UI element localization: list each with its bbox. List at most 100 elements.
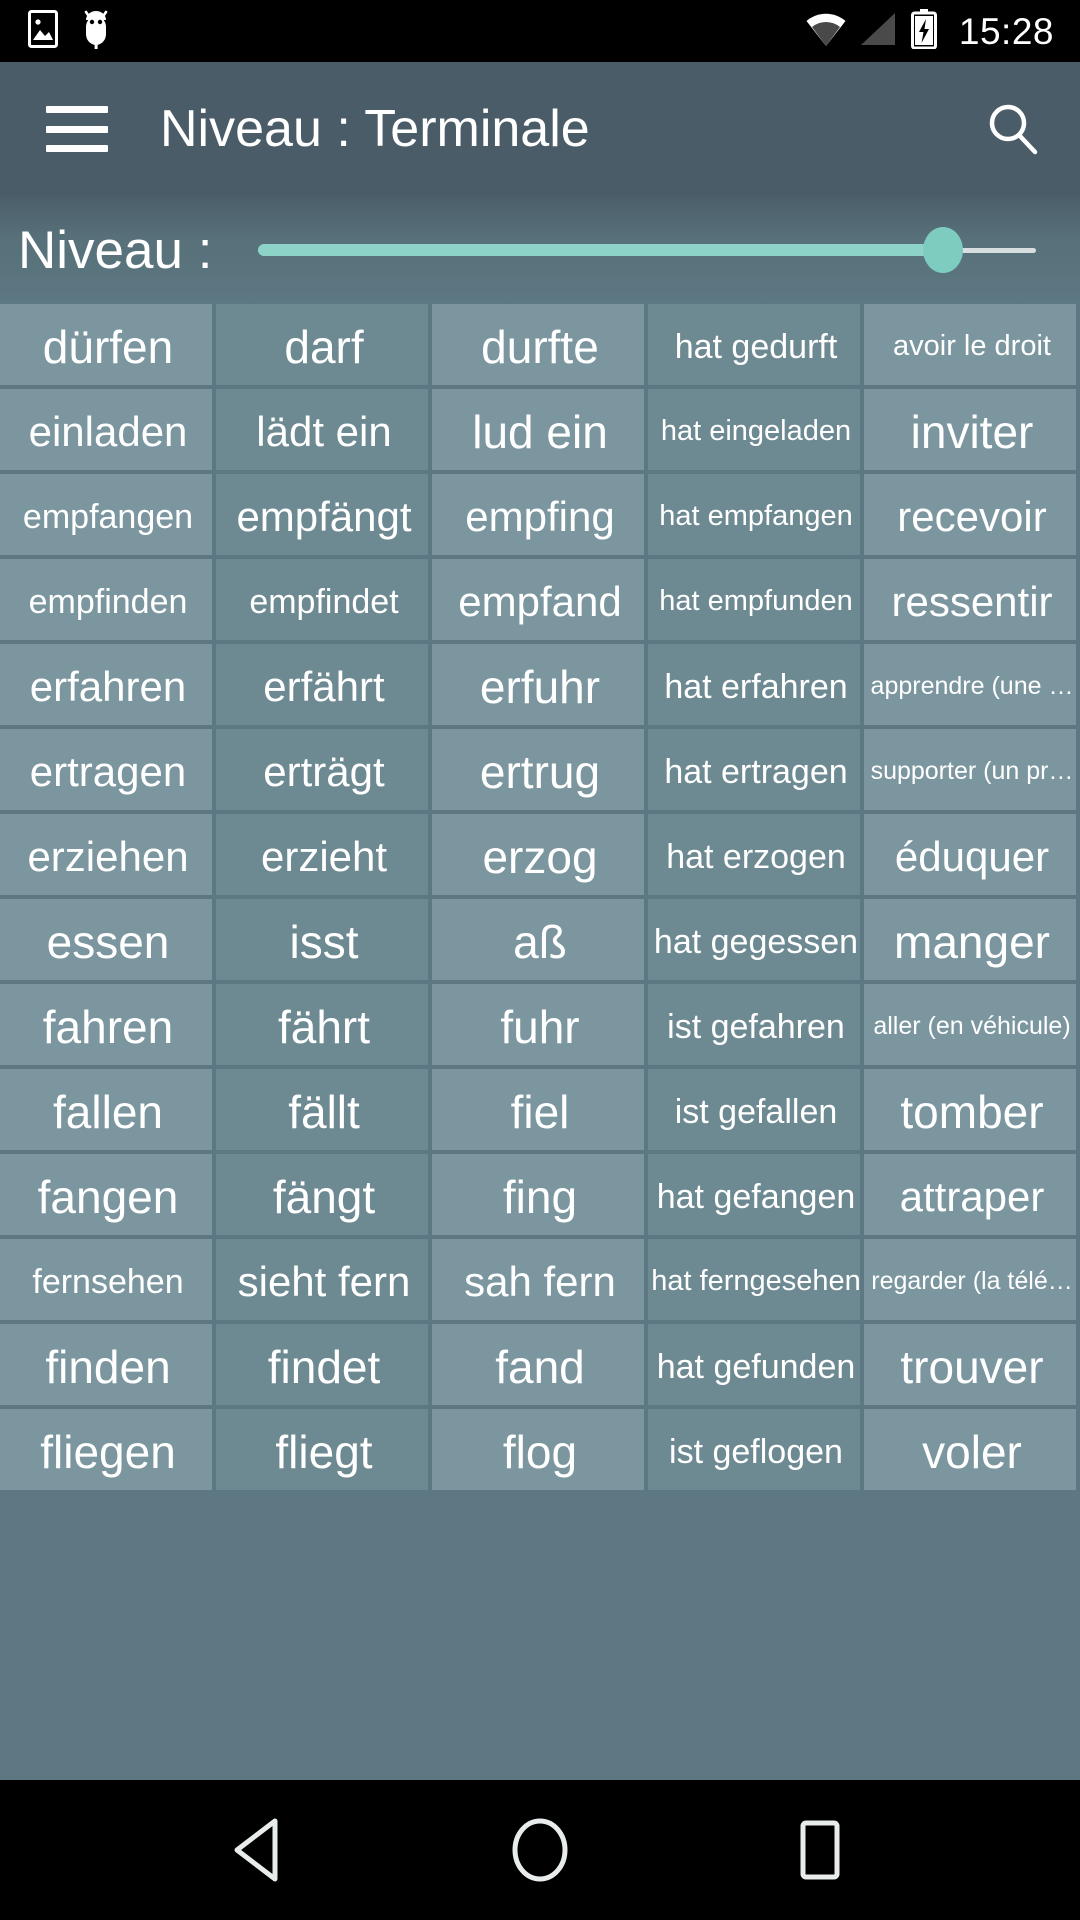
- table-cell-preterit[interactable]: fing: [432, 1154, 648, 1239]
- table-cell-parfait[interactable]: ist gefallen: [648, 1069, 864, 1154]
- table-cell-infinitif[interactable]: empfangen: [0, 474, 216, 559]
- table-cell-present[interactable]: fällt: [216, 1069, 432, 1154]
- table-row[interactable]: einladen lädt ein lud ein hat eingeladen inv…: [0, 389, 1080, 474]
- table-cell-infinitif[interactable]: ertragen: [0, 729, 216, 814]
- table-cell-infinitif[interactable]: fliegen: [0, 1409, 216, 1494]
- table-cell-traduction[interactable]: trouver: [864, 1324, 1080, 1409]
- table-cell-parfait[interactable]: hat erzogen: [648, 814, 864, 899]
- table-cell-present[interactable]: empfindet: [216, 559, 432, 644]
- table-cell-infinitif[interactable]: fernsehen: [0, 1239, 216, 1324]
- table-cell-traduction[interactable]: regarder (la télé…: [864, 1239, 1080, 1324]
- table-cell-present[interactable]: erträgt: [216, 729, 432, 814]
- table-cell-parfait[interactable]: hat ferngesehen: [648, 1239, 864, 1324]
- table-cell-text: aß: [513, 915, 567, 968]
- table-cell-infinitif[interactable]: essen: [0, 899, 216, 984]
- table-cell-parfait[interactable]: ist gefahren: [648, 984, 864, 1069]
- table-cell-preterit[interactable]: empfand: [432, 559, 648, 644]
- table-cell-infinitif[interactable]: dürfen: [0, 304, 216, 389]
- table-cell-present[interactable]: findet: [216, 1324, 432, 1409]
- table-row[interactable]: ertragen erträgt ertrug hat ertragen support…: [0, 729, 1080, 814]
- table-cell-traduction[interactable]: avoir le droit: [864, 304, 1080, 389]
- table-cell-infinitif[interactable]: fahren: [0, 984, 216, 1069]
- table-cell-text: hat gefunden: [656, 1347, 856, 1386]
- table-cell-present[interactable]: sieht fern: [216, 1239, 432, 1324]
- table-cell-present[interactable]: fährt: [216, 984, 432, 1069]
- table-cell-infinitif[interactable]: fallen: [0, 1069, 216, 1154]
- table-cell-parfait[interactable]: hat erfahren: [648, 644, 864, 729]
- table-cell-traduction[interactable]: recevoir: [864, 474, 1080, 559]
- table-cell-preterit[interactable]: empfing: [432, 474, 648, 559]
- table-cell-present[interactable]: fliegt: [216, 1409, 432, 1494]
- table-cell-traduction[interactable]: manger: [864, 899, 1080, 984]
- table-cell-traduction[interactable]: voler: [864, 1409, 1080, 1494]
- table-cell-text: avoir le droit: [893, 330, 1051, 362]
- table-row[interactable]: erfahren erfährt erfuhr hat erfahren apprend…: [0, 644, 1080, 729]
- table-cell-preterit[interactable]: flog: [432, 1409, 648, 1494]
- table-cell-traduction[interactable]: tomber: [864, 1069, 1080, 1154]
- table-cell-text: fährt: [277, 1000, 371, 1053]
- table-cell-traduction[interactable]: inviter: [864, 389, 1080, 474]
- table-row[interactable]: fahren fährt fuhr ist gefahren aller (en véh…: [0, 984, 1080, 1069]
- table-cell-preterit[interactable]: fiel: [432, 1069, 648, 1154]
- table-cell-infinitif[interactable]: einladen: [0, 389, 216, 474]
- table-cell-text: inviter: [910, 405, 1034, 458]
- table-cell-infinitif[interactable]: erziehen: [0, 814, 216, 899]
- table-cell-present[interactable]: darf: [216, 304, 432, 389]
- table-cell-parfait[interactable]: hat empfangen: [648, 474, 864, 559]
- table-cell-traduction[interactable]: ressentir: [864, 559, 1080, 644]
- table-cell-present[interactable]: empfängt: [216, 474, 432, 559]
- hamburger-menu-icon[interactable]: [46, 106, 108, 152]
- table-row[interactable]: finden findet fand hat gefunden trouver: [0, 1324, 1080, 1409]
- table-cell-traduction[interactable]: attraper: [864, 1154, 1080, 1239]
- table-cell-preterit[interactable]: fuhr: [432, 984, 648, 1069]
- search-icon[interactable]: [982, 98, 1044, 160]
- table-row[interactable]: dürfen darf durfte hat gedurft avoir le droi…: [0, 304, 1080, 389]
- table-cell-preterit[interactable]: ertrug: [432, 729, 648, 814]
- table-row[interactable]: fangen fängt fing hat gefangen attraper: [0, 1154, 1080, 1239]
- table-cell-present[interactable]: erzieht: [216, 814, 432, 899]
- table-cell-preterit[interactable]: fand: [432, 1324, 648, 1409]
- table-cell-present[interactable]: fängt: [216, 1154, 432, 1239]
- table-cell-parfait[interactable]: hat gefangen: [648, 1154, 864, 1239]
- table-cell-infinitif[interactable]: fangen: [0, 1154, 216, 1239]
- table-cell-infinitif[interactable]: erfahren: [0, 644, 216, 729]
- table-row[interactable]: fallen fällt fiel ist gefallen tomber: [0, 1069, 1080, 1154]
- table-cell-infinitif[interactable]: empfinden: [0, 559, 216, 644]
- table-row[interactable]: fernsehen sieht fern sah fern hat ferngeseh…: [0, 1239, 1080, 1324]
- table-cell-parfait[interactable]: hat empfunden: [648, 559, 864, 644]
- table-cell-text: empfängt: [236, 492, 412, 540]
- table-cell-traduction[interactable]: éduquer: [864, 814, 1080, 899]
- slider-thumb[interactable]: [922, 227, 963, 273]
- recents-square-icon[interactable]: [765, 1795, 875, 1905]
- table-cell-preterit[interactable]: durfte: [432, 304, 648, 389]
- table-row[interactable]: fliegen fliegt flog ist geflogen voler: [0, 1409, 1080, 1494]
- table-cell-preterit[interactable]: lud ein: [432, 389, 648, 474]
- table-row[interactable]: erziehen erzieht erzog hat erzogen éduquer: [0, 814, 1080, 899]
- table-cell-infinitif[interactable]: finden: [0, 1324, 216, 1409]
- level-slider[interactable]: [258, 220, 1036, 280]
- table-row[interactable]: essen isst aß hat gegessen manger: [0, 899, 1080, 984]
- table-cell-parfait[interactable]: hat gedurft: [648, 304, 864, 389]
- table-cell-parfait[interactable]: hat gegessen: [648, 899, 864, 984]
- table-cell-present[interactable]: erfährt: [216, 644, 432, 729]
- table-cell-preterit[interactable]: aß: [432, 899, 648, 984]
- table-cell-traduction[interactable]: aller (en véhicule): [864, 984, 1080, 1069]
- table-cell-traduction[interactable]: supporter (un pr…: [864, 729, 1080, 814]
- verb-table[interactable]: dürfen darf durfte hat gedurft avoir le droi…: [0, 304, 1080, 1780]
- table-cell-traduction[interactable]: apprendre (une …: [864, 644, 1080, 729]
- table-cell-parfait[interactable]: hat eingeladen: [648, 389, 864, 474]
- table-cell-parfait[interactable]: hat ertragen: [648, 729, 864, 814]
- back-triangle-icon[interactable]: [205, 1795, 315, 1905]
- table-cell-text: flog: [502, 1425, 578, 1478]
- table-cell-present[interactable]: lädt ein: [216, 389, 432, 474]
- table-cell-preterit[interactable]: erfuhr: [432, 644, 648, 729]
- table-cell-present[interactable]: isst: [216, 899, 432, 984]
- table-row[interactable]: empfangen empfängt empfing hat empfangen rec…: [0, 474, 1080, 559]
- table-cell-preterit[interactable]: erzog: [432, 814, 648, 899]
- table-cell-parfait[interactable]: hat gefunden: [648, 1324, 864, 1409]
- table-cell-text: darf: [284, 320, 364, 373]
- table-cell-preterit[interactable]: sah fern: [432, 1239, 648, 1324]
- table-row[interactable]: empfinden empfindet empfand hat empfunden re…: [0, 559, 1080, 644]
- table-cell-parfait[interactable]: ist geflogen: [648, 1409, 864, 1494]
- home-circle-icon[interactable]: [485, 1795, 595, 1905]
